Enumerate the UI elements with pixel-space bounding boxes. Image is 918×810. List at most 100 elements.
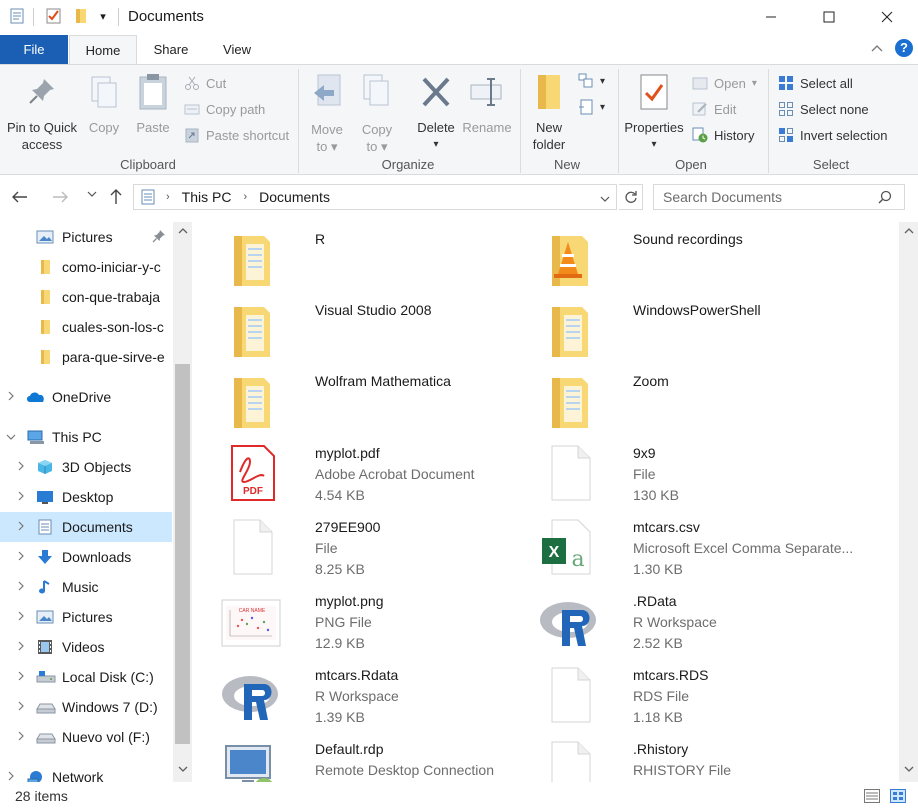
customize-quick-access-dropdown[interactable]: ▾	[94, 7, 112, 25]
collapse-ribbon-chevron-icon[interactable]	[870, 41, 884, 56]
search-input[interactable]	[663, 189, 878, 205]
nav-item-onedrive[interactable]: OneDrive	[0, 382, 172, 412]
chevron-right-icon[interactable]	[5, 390, 17, 404]
file-tile[interactable]: CAR NAME myplot.png PNG File 12.9 KB	[220, 590, 538, 660]
nav-item-nuevo-vol-f[interactable]: Nuevo vol (F:)	[0, 722, 172, 752]
tab-file[interactable]: File	[0, 35, 68, 64]
nav-item-downloads[interactable]: Downloads	[0, 542, 172, 572]
scroll-up-icon[interactable]	[173, 226, 192, 238]
help-icon[interactable]: ?	[895, 39, 913, 57]
search-icon[interactable]	[878, 190, 892, 204]
select-none-button[interactable]: Select none	[778, 99, 869, 119]
file-tile[interactable]: Visual Studio 2008	[220, 299, 538, 369]
file-tile[interactable]: 279EE900 File 8.25 KB	[220, 516, 538, 586]
invert-selection-button[interactable]: Invert selection	[778, 125, 887, 145]
properties-button[interactable]: Properties ▾	[622, 73, 686, 153]
navigation-scrollbar[interactable]	[173, 222, 192, 782]
properties-dropdown-icon[interactable]: ▾	[622, 136, 686, 153]
nav-item-videos[interactable]: Videos	[0, 632, 172, 662]
select-all-button[interactable]: Select all	[778, 73, 853, 93]
file-tile[interactable]: Zoom	[538, 370, 856, 440]
open-button[interactable]: Open ▾	[692, 73, 757, 93]
nav-item-desktop[interactable]: Desktop	[0, 482, 172, 512]
file-tile[interactable]: Default.rdp Remote Desktop Connection	[220, 738, 538, 782]
chevron-right-icon[interactable]	[15, 520, 27, 534]
breadcrumb-this-pc[interactable]: This PC	[182, 189, 232, 205]
address-history-dropdown[interactable]	[600, 190, 610, 206]
chevron-right-icon[interactable]	[15, 700, 27, 714]
file-tile[interactable]: .Rhistory RHISTORY File	[538, 738, 856, 782]
navigation-scroll-thumb[interactable]	[175, 364, 190, 744]
copy-to-button[interactable]: Copy to ▾	[356, 73, 398, 155]
navigation-pane[interactable]: Pictures como-iniciar-y-c con-que-trabaja c…	[0, 222, 192, 782]
recent-locations-dropdown[interactable]	[80, 190, 104, 201]
search-box[interactable]	[653, 184, 905, 210]
nav-item-pictures[interactable]: Pictures	[0, 222, 172, 252]
nav-item-windows-7-d[interactable]: Windows 7 (D:)	[0, 692, 172, 722]
file-tile[interactable]: Xa mtcars.csv Microsoft Excel Comma Separa…	[538, 516, 856, 586]
chevron-right-icon[interactable]	[15, 730, 27, 744]
nav-item-con-que-trabaja[interactable]: con-que-trabaja	[0, 282, 172, 312]
tab-share[interactable]: Share	[140, 35, 202, 64]
copy-button[interactable]: Copy	[84, 75, 124, 136]
move-to-button[interactable]: Move to ▾	[306, 73, 348, 155]
minimize-button[interactable]	[742, 0, 800, 34]
new-folder-button[interactable]: New folder	[526, 73, 572, 153]
file-tile[interactable]: R	[220, 228, 538, 298]
nav-item-como-iniciar-y-c[interactable]: como-iniciar-y-c	[0, 252, 172, 282]
nav-item-3d-objects[interactable]: 3D Objects	[0, 452, 172, 482]
up-button[interactable]	[104, 188, 128, 211]
file-list[interactable]: R Sound recordings Visual Studio 2008 Windo…	[192, 222, 899, 782]
file-tile[interactable]: Wolfram Mathematica	[220, 370, 538, 440]
back-button[interactable]	[8, 188, 32, 209]
pin-to-quick-access-button[interactable]: Pin to Quick access	[4, 75, 80, 153]
content-scrollbar[interactable]	[899, 222, 918, 782]
delete-button[interactable]: Delete ▾	[412, 75, 460, 153]
file-tile[interactable]: PDF myplot.pdf Adobe Acrobat Document 4.54 …	[220, 442, 538, 512]
chevron-right-icon[interactable]	[15, 460, 27, 474]
scroll-down-icon[interactable]	[899, 764, 918, 776]
properties-quick-icon[interactable]	[8, 7, 26, 25]
tab-home[interactable]: Home	[69, 35, 137, 64]
new-item-button[interactable]: ▾	[578, 71, 605, 91]
file-tile[interactable]: mtcars.RDS RDS File 1.18 KB	[538, 664, 856, 734]
breadcrumb-separator-icon[interactable]: ›	[243, 191, 247, 203]
chevron-down-icon[interactable]	[5, 430, 17, 444]
paste-button[interactable]: Paste	[131, 73, 175, 136]
cut-button[interactable]: Cut	[184, 73, 226, 93]
nav-item-network[interactable]: Network	[0, 762, 172, 782]
file-tile[interactable]: mtcars.Rdata R Workspace 1.39 KB	[220, 664, 538, 734]
nav-item-music[interactable]: Music	[0, 572, 172, 602]
chevron-right-icon[interactable]	[15, 610, 27, 624]
rename-button[interactable]: Rename	[462, 75, 512, 136]
details-view-button[interactable]	[864, 789, 880, 803]
chevron-right-icon[interactable]	[15, 580, 27, 594]
nav-item-para-que-sirve-e[interactable]: para-que-sirve-e	[0, 342, 172, 372]
delete-dropdown-icon[interactable]: ▾	[412, 136, 460, 153]
file-tile[interactable]: 9x9 File 130 KB	[538, 442, 856, 512]
file-tile[interactable]: WindowsPowerShell	[538, 299, 856, 369]
large-icons-view-button[interactable]	[890, 789, 906, 803]
maximize-button[interactable]	[800, 0, 858, 34]
forward-button[interactable]	[48, 188, 72, 209]
scroll-down-icon[interactable]	[173, 764, 192, 776]
new-folder-quick-icon[interactable]	[72, 7, 90, 25]
file-tile[interactable]: Sound recordings	[538, 228, 856, 298]
nav-item-local-disk-c[interactable]: Local Disk (C:)	[0, 662, 172, 692]
refresh-button[interactable]	[619, 184, 643, 210]
copy-path-button[interactable]: Copy path	[184, 99, 265, 119]
scroll-up-icon[interactable]	[899, 226, 918, 238]
close-button[interactable]	[858, 0, 916, 34]
breadcrumb-documents[interactable]: Documents	[259, 189, 330, 205]
nav-item-documents[interactable]: Documents	[0, 512, 172, 542]
chevron-right-icon[interactable]	[15, 490, 27, 504]
nav-item-this-pc[interactable]: This PC	[0, 422, 172, 452]
file-tile[interactable]: .RData R Workspace 2.52 KB	[538, 590, 856, 660]
tab-view[interactable]: View	[206, 35, 268, 64]
nav-item-pictures[interactable]: Pictures	[0, 602, 172, 632]
chevron-right-icon[interactable]	[15, 640, 27, 654]
edit-button[interactable]: Edit	[692, 99, 736, 119]
breadcrumb-separator-icon[interactable]: ›	[166, 191, 170, 203]
chevron-right-icon[interactable]	[15, 670, 27, 684]
paste-shortcut-button[interactable]: Paste shortcut	[184, 125, 289, 145]
